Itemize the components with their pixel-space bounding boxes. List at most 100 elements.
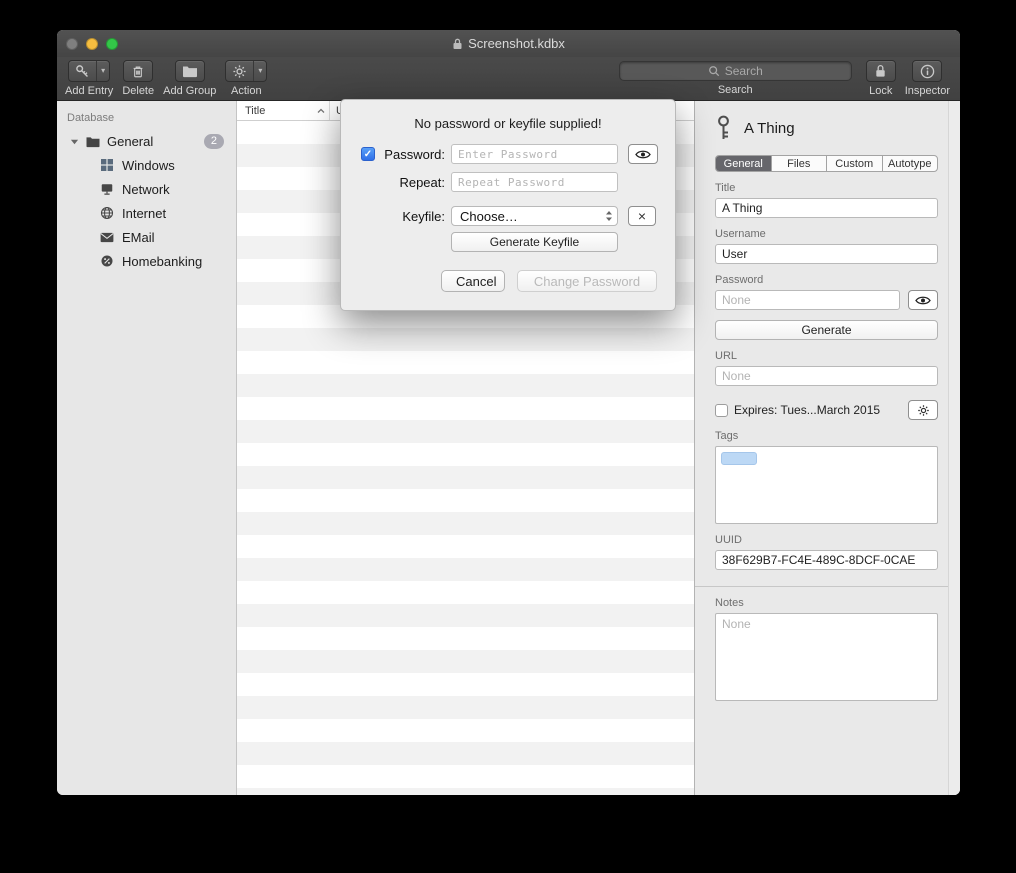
disclosure-triangle-icon[interactable] bbox=[70, 137, 79, 146]
checkbox-spacer bbox=[361, 175, 375, 189]
password-checkbox[interactable]: ✓ bbox=[361, 147, 375, 161]
search-input[interactable]: Search bbox=[619, 61, 852, 81]
inspector-button[interactable] bbox=[912, 60, 942, 82]
keyfile-popup[interactable]: Choose… bbox=[451, 206, 618, 226]
sidebar-item-label: Network bbox=[122, 182, 170, 197]
search-placeholder: Search bbox=[725, 64, 763, 78]
action-group: ▾ Action bbox=[225, 60, 267, 97]
inspector-panel: A Thing General Files Custom Autotype Ti… bbox=[695, 101, 960, 795]
lock-icon bbox=[868, 61, 893, 81]
checkbox-spacer bbox=[361, 209, 375, 223]
toolbar: ▾ Add Entry Delete bbox=[57, 57, 960, 101]
username-field[interactable] bbox=[715, 244, 938, 264]
expires-options-button[interactable] bbox=[908, 400, 938, 420]
tags-field[interactable] bbox=[715, 446, 938, 524]
uuid-field[interactable] bbox=[715, 550, 938, 570]
password-input[interactable] bbox=[451, 144, 618, 164]
keyfile-value: Choose… bbox=[460, 209, 518, 224]
password-label: Password bbox=[715, 274, 938, 286]
repeat-input[interactable] bbox=[451, 172, 618, 192]
expires-checkbox[interactable] bbox=[715, 404, 728, 417]
folder-add-icon bbox=[176, 61, 204, 81]
minimize-button[interactable] bbox=[86, 38, 98, 50]
eye-icon bbox=[635, 149, 651, 160]
search-group: Search Search bbox=[619, 60, 852, 96]
username-label: Username bbox=[715, 228, 938, 240]
add-entry-button[interactable]: ▾ bbox=[68, 60, 110, 82]
sidebar-item-label: Internet bbox=[122, 206, 166, 221]
chevron-down-icon: ▾ bbox=[101, 67, 105, 75]
uuid-label: UUID bbox=[715, 534, 938, 546]
sidebar-item-label: Homebanking bbox=[122, 254, 202, 269]
url-field[interactable] bbox=[715, 366, 938, 386]
scrollbar-track[interactable] bbox=[948, 101, 960, 795]
inspector-tabs: General Files Custom Autotype bbox=[715, 155, 938, 172]
tags-label: Tags bbox=[715, 430, 938, 442]
clear-keyfile-button[interactable]: × bbox=[628, 206, 656, 226]
reveal-password-button[interactable] bbox=[908, 290, 938, 310]
generate-password-button[interactable]: Generate bbox=[715, 320, 938, 340]
globe-icon bbox=[99, 205, 115, 221]
sidebar: Database General 2 bbox=[57, 101, 237, 795]
sidebar-item-windows[interactable]: Windows bbox=[57, 153, 236, 177]
sidebar-item-network[interactable]: Network bbox=[57, 177, 236, 201]
eye-icon bbox=[915, 295, 931, 306]
repeat-row: Repeat: bbox=[341, 172, 675, 192]
inspector-group: Inspector bbox=[905, 60, 950, 97]
popup-chevrons-icon bbox=[605, 210, 613, 222]
column-title-label: Title bbox=[245, 105, 265, 117]
add-group-button[interactable] bbox=[175, 60, 205, 82]
close-button[interactable] bbox=[66, 38, 78, 50]
column-header-title[interactable]: Title bbox=[237, 101, 330, 120]
sidebar-item-email[interactable]: EMail bbox=[57, 225, 236, 249]
x-icon: × bbox=[638, 209, 646, 223]
password-label: Password: bbox=[379, 147, 445, 162]
change-password-button[interactable]: Change Password bbox=[517, 270, 657, 292]
lock-label: Lock bbox=[869, 85, 892, 97]
sidebar-item-label: EMail bbox=[122, 230, 155, 245]
folder-icon bbox=[85, 133, 101, 149]
percent-coin-icon bbox=[99, 253, 115, 269]
password-field[interactable] bbox=[715, 290, 900, 310]
gear-icon bbox=[226, 61, 253, 81]
entry-header: A Thing bbox=[715, 115, 938, 141]
sidebar-item-homebanking[interactable]: Homebanking bbox=[57, 249, 236, 273]
tab-autotype[interactable]: Autotype bbox=[883, 156, 938, 171]
action-button[interactable]: ▾ bbox=[225, 60, 267, 82]
search-icon bbox=[708, 65, 720, 77]
zoom-button[interactable] bbox=[106, 38, 118, 50]
delete-button[interactable] bbox=[123, 60, 153, 82]
title-field[interactable] bbox=[715, 198, 938, 218]
titlebar: Screenshot.kdbx bbox=[57, 30, 960, 57]
search-label: Search bbox=[718, 84, 753, 96]
dialog-buttons: Cancel Change Password bbox=[441, 270, 675, 292]
entry-title: A Thing bbox=[744, 120, 795, 137]
lock-group: Lock bbox=[866, 60, 896, 97]
add-entry-label: Add Entry bbox=[65, 85, 113, 97]
sidebar-item-general[interactable]: General 2 bbox=[57, 129, 236, 153]
add-entry-dropdown[interactable]: ▾ bbox=[96, 61, 109, 81]
action-dropdown[interactable]: ▾ bbox=[253, 61, 266, 81]
sidebar-item-internet[interactable]: Internet bbox=[57, 201, 236, 225]
sort-ascending-icon bbox=[317, 108, 325, 114]
sidebar-header: Database bbox=[57, 109, 236, 129]
window-title: Screenshot.kdbx bbox=[468, 36, 565, 51]
network-icon bbox=[99, 181, 115, 197]
tab-custom[interactable]: Custom bbox=[827, 156, 883, 171]
title-label: Title bbox=[715, 182, 938, 194]
inspector-label: Inspector bbox=[905, 85, 950, 97]
info-icon bbox=[914, 61, 941, 81]
chevron-down-icon: ▾ bbox=[258, 67, 262, 75]
delete-group: Delete bbox=[122, 60, 154, 97]
cancel-button[interactable]: Cancel bbox=[441, 270, 505, 292]
trash-icon bbox=[125, 61, 151, 81]
repeat-label: Repeat: bbox=[379, 175, 445, 190]
generate-keyfile-button[interactable]: Generate Keyfile bbox=[451, 232, 618, 252]
tab-files[interactable]: Files bbox=[772, 156, 828, 171]
tag-chip[interactable] bbox=[721, 452, 757, 465]
lock-button[interactable] bbox=[866, 60, 896, 82]
tab-general[interactable]: General bbox=[716, 156, 772, 171]
reveal-password-button[interactable] bbox=[628, 144, 658, 164]
notes-field[interactable] bbox=[715, 613, 938, 701]
divider bbox=[695, 586, 960, 587]
